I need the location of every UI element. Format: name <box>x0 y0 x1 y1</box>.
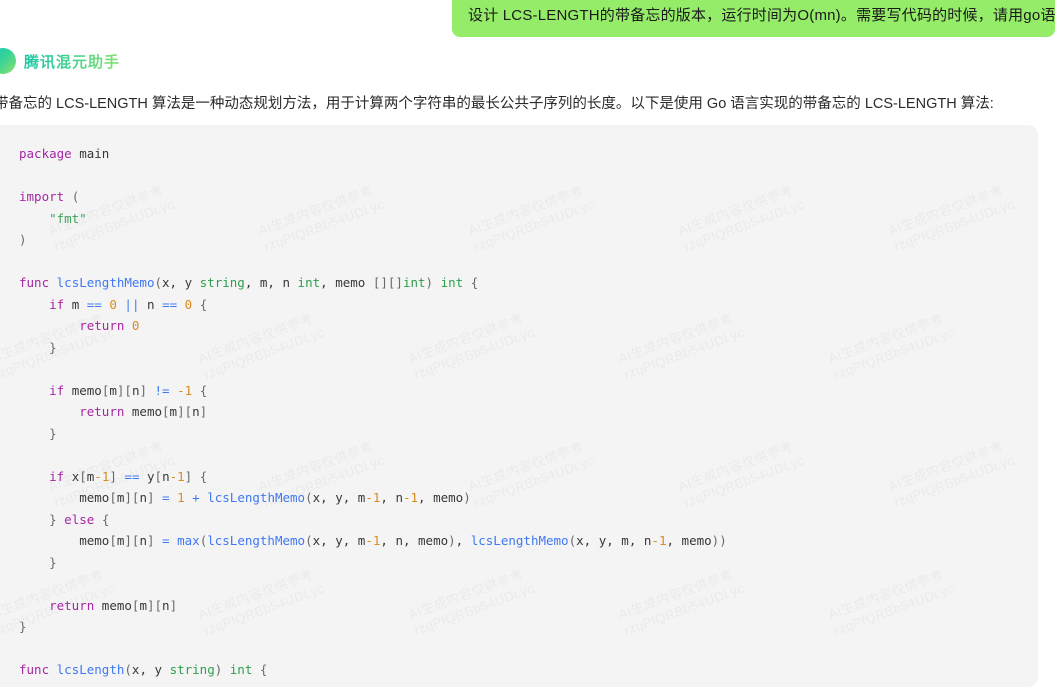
code-line: if memo[m][n] != -1 { <box>49 382 208 398</box>
code-line: "fmt" <box>49 210 87 226</box>
code-line: import ( <box>19 189 80 204</box>
assistant-intro-paragraph: 带备忘的 LCS-LENGTH 算法是一种动态规划方法，用于计算两个字符串的最长… <box>0 96 994 112</box>
code-line: return 0 <box>79 318 140 333</box>
hunyuan-avatar-icon <box>0 48 16 74</box>
watermark-text: AI生成内容仅供参考rzqPfQRBb54UDLyc <box>826 125 957 127</box>
code-line: memo[m][n] = max(lcsLengthMemo(x, y, m-1… <box>79 533 727 548</box>
watermark-text: AI生成内容仅供参考rzqPfQRBb54UDLyc <box>886 436 1017 511</box>
watermark-text: AI生成内容仅供参考rzqPfQRBb54UDLyc <box>886 180 1017 255</box>
watermark-text: AI生成内容仅供参考rzqPfQRBb54UDLyc <box>406 125 537 127</box>
code-line: return memo[m][n] <box>49 597 178 613</box>
code-line: func lcsLength(x, y string) int { <box>19 662 268 677</box>
user-message-row: 设计 LCS-LENGTH的带备忘的版本，运行时间为O(mn)。需要写代码的时候… <box>0 0 1055 40</box>
code-line: ) <box>19 232 27 247</box>
watermark-text: AI生成内容仅供参考rzqPfQRBb54UDLyc <box>0 125 117 127</box>
code-line: } <box>49 425 57 441</box>
code-line: memo[m][n] = 1 + lcsLengthMemo(x, y, m-1… <box>79 490 471 505</box>
code-line: return memo[m][n] <box>79 404 208 419</box>
watermark-text: AI生成内容仅供参考rzqPfQRBb54UDLyc <box>196 125 327 127</box>
code-line: func lcsLengthMemo(x, y string, m, n int… <box>19 275 479 290</box>
code-line: } <box>49 339 57 355</box>
code-content: package main import ( "fmt") func lcsLen… <box>19 143 727 681</box>
assistant-name: 腾讯混元助手 <box>24 51 120 72</box>
watermark-text: AI生成内容仅供参考rzqPfQRBb54UDLyc <box>1036 125 1038 127</box>
watermark-text: AI生成内容仅供参考rzqPfQRBb54UDLyc <box>1036 308 1038 383</box>
code-line: package main <box>19 146 110 161</box>
code-line: } <box>49 554 57 570</box>
code-line: if m == 0 || n == 0 { <box>49 296 208 312</box>
watermark-text: AI生成内容仅供参考rzqPfQRBb54UDLyc <box>826 564 957 639</box>
code-line: } <box>19 619 27 634</box>
watermark-text: AI生成内容仅供参考rzqPfQRBb54UDLyc <box>1036 564 1038 639</box>
code-block[interactable]: AI生成内容仅供参考rzqPfQRBb54UDLyc AI生成内容仅供参考rzqP… <box>0 125 1038 687</box>
code-line: } else { <box>49 511 110 527</box>
user-message-bubble[interactable]: 设计 LCS-LENGTH的带备忘的版本，运行时间为O(mn)。需要写代码的时候… <box>452 0 1055 37</box>
watermark-text: AI生成内容仅供参考rzqPfQRBb54UDLyc <box>616 125 747 127</box>
code-line: if x[m-1] == y[n-1] { <box>49 468 208 484</box>
watermark-text: AI生成内容仅供参考rzqPfQRBb54UDLyc <box>826 308 957 383</box>
assistant-header: 腾讯混元助手 <box>0 48 120 74</box>
